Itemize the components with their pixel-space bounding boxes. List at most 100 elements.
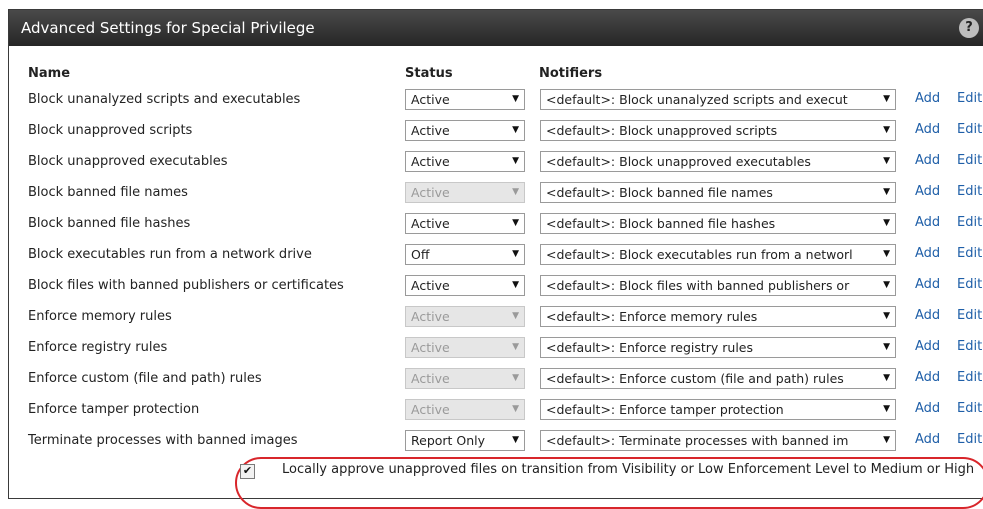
status-value: Active	[411, 309, 450, 324]
notifier-value: <default>: Enforce memory rules	[546, 309, 758, 324]
status-select: Active ▼	[405, 306, 525, 327]
dropdown-arrow-icon: ▼	[512, 404, 519, 414]
status-select: Active ▼	[405, 337, 525, 358]
notifier-select[interactable]: <default>: Block unapproved executables ▼	[540, 151, 896, 172]
dropdown-arrow-icon: ▼	[883, 218, 890, 228]
notifier-value: <default>: Block files with banned publi…	[546, 278, 850, 293]
status-value: Active	[411, 371, 450, 386]
status-value: Active	[411, 123, 450, 138]
add-link[interactable]: Add	[915, 277, 940, 292]
dropdown-arrow-icon: ▼	[883, 435, 890, 445]
dropdown-arrow-icon: ▼	[883, 280, 890, 290]
table-row: Block executables run from a network dri…	[9, 242, 983, 273]
table-row: Block unapproved executables Active ▼ <defa…	[9, 149, 983, 180]
add-link[interactable]: Add	[915, 153, 940, 168]
dropdown-arrow-icon: ▼	[883, 156, 890, 166]
add-link[interactable]: Add	[915, 215, 940, 230]
status-value: Active	[411, 278, 450, 293]
notifier-select[interactable]: <default>: Block banned file hashes ▼	[540, 213, 896, 234]
edit-link[interactable]: Edit	[957, 308, 982, 323]
dropdown-arrow-icon: ▼	[512, 125, 519, 135]
dropdown-arrow-icon: ▼	[512, 311, 519, 321]
add-link[interactable]: Add	[915, 184, 940, 199]
rule-name: Block unanalyzed scripts and executables	[28, 92, 301, 107]
edit-link[interactable]: Edit	[957, 277, 982, 292]
notifier-select[interactable]: <default>: Block files with banned publi…	[540, 275, 896, 296]
table-row: Enforce custom (file and path) rules Acti…	[9, 366, 983, 397]
status-select[interactable]: Active ▼	[405, 151, 525, 172]
table-row: Terminate processes with banned images Re…	[9, 428, 983, 459]
add-link[interactable]: Add	[915, 339, 940, 354]
add-link[interactable]: Add	[915, 246, 940, 261]
panel-titlebar: Advanced Settings for Special Privilege …	[9, 10, 983, 46]
rule-name: Block files with banned publishers or ce…	[28, 278, 344, 293]
status-select: Active ▼	[405, 399, 525, 420]
rule-name: Block banned file names	[28, 185, 188, 200]
rule-name: Block unapproved scripts	[28, 123, 193, 138]
status-select[interactable]: Active ▼	[405, 213, 525, 234]
add-link[interactable]: Add	[915, 370, 940, 385]
edit-link[interactable]: Edit	[957, 153, 982, 168]
rule-name: Enforce memory rules	[28, 309, 172, 324]
status-select: Active ▼	[405, 368, 525, 389]
add-link[interactable]: Add	[915, 308, 940, 323]
add-link[interactable]: Add	[915, 401, 940, 416]
edit-link[interactable]: Edit	[957, 339, 982, 354]
dropdown-arrow-icon: ▼	[512, 435, 519, 445]
dropdown-arrow-icon: ▼	[883, 94, 890, 104]
edit-link[interactable]: Edit	[957, 215, 982, 230]
status-select[interactable]: Report Only ▼	[405, 430, 525, 451]
edit-link[interactable]: Edit	[957, 122, 982, 137]
local-approve-checkbox[interactable]: ✔	[240, 464, 255, 479]
edit-link[interactable]: Edit	[957, 370, 982, 385]
help-icon[interactable]: ?	[959, 18, 979, 38]
rule-name: Block unapproved executables	[28, 154, 228, 169]
edit-link[interactable]: Edit	[957, 246, 982, 261]
table-row: Block unanalyzed scripts and executables…	[9, 87, 983, 118]
status-select[interactable]: Off ▼	[405, 244, 525, 265]
notifier-select[interactable]: <default>: Block executables run from a …	[540, 244, 896, 265]
notifier-select[interactable]: <default>: Block banned file names ▼	[540, 182, 896, 203]
rule-name: Enforce tamper protection	[28, 402, 200, 417]
dropdown-arrow-icon: ▼	[883, 249, 890, 259]
rule-name: Enforce custom (file and path) rules	[28, 371, 262, 386]
notifier-select[interactable]: <default>: Enforce memory rules ▼	[540, 306, 896, 327]
dropdown-arrow-icon: ▼	[512, 218, 519, 228]
notifier-select[interactable]: <default>: Block unapproved scripts ▼	[540, 120, 896, 141]
rule-name: Block executables run from a network dri…	[28, 247, 312, 262]
add-link[interactable]: Add	[915, 122, 940, 137]
dropdown-arrow-icon: ▼	[883, 373, 890, 383]
status-value: Report Only	[411, 433, 486, 448]
status-select[interactable]: Active ▼	[405, 89, 525, 110]
dropdown-arrow-icon: ▼	[512, 94, 519, 104]
advanced-settings-panel: Advanced Settings for Special Privilege …	[8, 9, 983, 509]
add-link[interactable]: Add	[915, 432, 940, 447]
rule-name: Terminate processes with banned images	[28, 433, 298, 448]
column-header-notifiers: Notifiers	[539, 66, 603, 81]
table-row: Block unapproved scripts Active ▼ <default>…	[9, 118, 983, 149]
edit-link[interactable]: Edit	[957, 401, 982, 416]
edit-link[interactable]: Edit	[957, 184, 982, 199]
panel-title: Advanced Settings for Special Privilege	[21, 19, 315, 37]
add-link[interactable]: Add	[915, 91, 940, 106]
status-value: Active	[411, 402, 450, 417]
notifier-value: <default>: Terminate processes with bann…	[546, 433, 849, 448]
status-select[interactable]: Active ▼	[405, 275, 525, 296]
status-value: Active	[411, 92, 450, 107]
status-select[interactable]: Active ▼	[405, 120, 525, 141]
notifier-select[interactable]: <default>: Block unanalyzed scripts and …	[540, 89, 896, 110]
notifier-select[interactable]: <default>: Enforce tamper protection ▼	[540, 399, 896, 420]
edit-link[interactable]: Edit	[957, 432, 982, 447]
table-row: Block banned file names Active ▼ <default>:…	[9, 180, 983, 211]
edit-link[interactable]: Edit	[957, 91, 982, 106]
notifier-value: <default>: Block banned file names	[546, 185, 773, 200]
table-row: Block banned file hashes Active ▼ <default>…	[9, 211, 983, 242]
notifier-select[interactable]: <default>: Enforce custom (file and path…	[540, 368, 896, 389]
dropdown-arrow-icon: ▼	[512, 280, 519, 290]
notifier-select[interactable]: <default>: Terminate processes with bann…	[540, 430, 896, 451]
notifier-select[interactable]: <default>: Enforce registry rules ▼	[540, 337, 896, 358]
status-value: Active	[411, 216, 450, 231]
status-value: Active	[411, 154, 450, 169]
status-value: Active	[411, 340, 450, 355]
status-value: Active	[411, 185, 450, 200]
